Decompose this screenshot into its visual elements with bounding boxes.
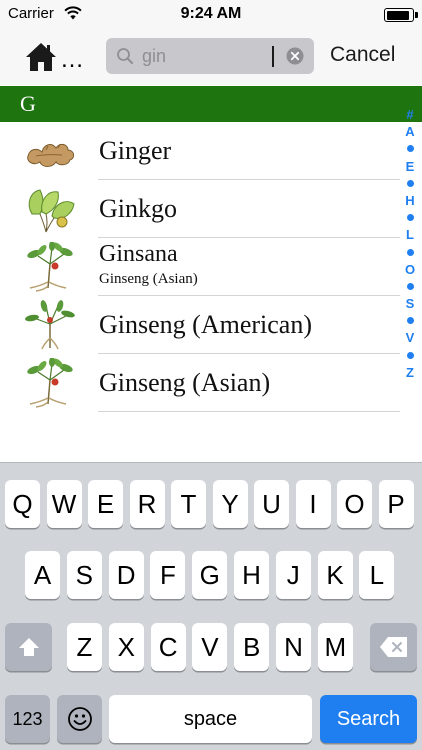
key-m[interactable]: M — [317, 623, 353, 671]
index-letter[interactable]: # — [406, 106, 413, 123]
item-title: Ginseng (Asian) — [99, 368, 271, 397]
key-h[interactable]: H — [234, 551, 269, 599]
index-dot[interactable] — [407, 278, 414, 295]
index-letter[interactable]: O — [405, 261, 415, 278]
list-item[interactable]: Ginger — [0, 122, 400, 180]
key-c[interactable]: C — [150, 623, 186, 671]
key-a[interactable]: A — [25, 551, 60, 599]
delete-key[interactable] — [370, 623, 417, 671]
results-list: Ginger Ginkgo Ginsana Ginseng (Asian) Gi… — [0, 122, 400, 412]
key-w[interactable]: W — [46, 480, 82, 528]
section-letter: G — [20, 91, 36, 116]
key-r[interactable]: R — [129, 480, 165, 528]
search-key[interactable]: Search — [320, 695, 417, 743]
key-s[interactable]: S — [66, 551, 102, 599]
index-dot[interactable] — [407, 347, 414, 364]
emoji-key[interactable] — [57, 695, 102, 743]
key-o[interactable]: O — [337, 480, 372, 528]
key-u[interactable]: U — [254, 480, 289, 528]
list-item[interactable]: Ginsana Ginseng (Asian) — [0, 238, 400, 296]
key-z[interactable]: Z — [67, 623, 102, 671]
index-letter[interactable]: S — [406, 295, 415, 312]
key-p[interactable]: P — [378, 480, 414, 528]
key-b[interactable]: B — [234, 623, 270, 671]
clear-icon[interactable] — [286, 47, 304, 65]
ginseng-plant-illustration — [27, 358, 73, 408]
index-dot[interactable] — [407, 244, 414, 261]
battery-icon — [384, 8, 418, 22]
key-q[interactable]: Q — [5, 480, 40, 528]
home-ellipsis: … — [60, 46, 85, 73]
index-dot[interactable] — [407, 209, 414, 226]
key-v[interactable]: V — [192, 623, 228, 671]
section-index[interactable]: # A E H L O S V Z — [402, 106, 418, 381]
index-dot[interactable] — [407, 140, 414, 157]
row-divider — [98, 411, 400, 412]
key-j[interactable]: J — [275, 551, 311, 599]
list-item[interactable]: Ginseng (American) — [0, 296, 400, 354]
item-title: Ginger — [99, 136, 172, 165]
key-l[interactable]: L — [359, 551, 395, 599]
index-letter[interactable]: L — [406, 226, 414, 243]
key-i[interactable]: I — [295, 480, 331, 528]
search-icon — [117, 48, 133, 64]
index-dot[interactable] — [407, 312, 414, 329]
item-subtitle: Ginseng (Asian) — [99, 271, 198, 287]
key-d[interactable]: D — [108, 551, 144, 599]
clock: 9:24 AM — [180, 5, 242, 22]
search-field[interactable] — [106, 38, 314, 74]
status-bar: Carrier 9:24 AM — [0, 0, 422, 30]
key-n[interactable]: N — [276, 623, 311, 671]
item-title: Ginkgo — [99, 194, 177, 223]
index-letter[interactable]: H — [405, 192, 414, 209]
search-header: … Cancel — [0, 30, 422, 85]
emoji-icon — [67, 707, 92, 731]
ginger-root-illustration — [27, 143, 75, 167]
shift-icon — [18, 638, 39, 656]
key-g[interactable]: G — [192, 551, 228, 599]
index-letter[interactable]: V — [406, 329, 415, 346]
list-item[interactable]: Ginseng (Asian) — [0, 354, 400, 412]
key-y[interactable]: Y — [212, 480, 248, 528]
key-t[interactable]: T — [171, 480, 206, 528]
index-letter[interactable]: A — [405, 123, 414, 140]
shift-key[interactable] — [5, 623, 52, 671]
home-button[interactable]: … — [24, 39, 86, 75]
american-ginseng-illustration — [25, 300, 75, 350]
numbers-key[interactable]: 123 — [5, 695, 50, 743]
space-key[interactable]: space — [109, 695, 312, 743]
ginseng-plant-illustration — [27, 242, 73, 292]
key-x[interactable]: X — [108, 623, 144, 671]
key-k[interactable]: K — [317, 551, 353, 599]
key-f[interactable]: F — [150, 551, 186, 599]
text-caret — [272, 46, 274, 67]
search-input[interactable] — [142, 45, 282, 67]
cancel-button[interactable]: Cancel — [330, 43, 395, 67]
index-letter[interactable]: E — [406, 158, 415, 175]
keyboard: 123 space Search QWERTYUIOP ASDFGHJKL ZXCV… — [0, 462, 422, 750]
item-title: Ginseng (American) — [99, 310, 312, 339]
section-header: G — [0, 86, 400, 122]
index-dot[interactable] — [407, 175, 414, 192]
key-e[interactable]: E — [88, 480, 123, 528]
home-icon — [26, 43, 56, 71]
backspace-icon — [379, 637, 407, 657]
index-letter[interactable]: Z — [406, 364, 414, 381]
item-title: Ginsana — [99, 241, 178, 267]
battery-fill — [386, 10, 409, 20]
list-item[interactable]: Ginkgo — [0, 180, 400, 238]
ginkgo-leaf-illustration — [28, 189, 75, 233]
